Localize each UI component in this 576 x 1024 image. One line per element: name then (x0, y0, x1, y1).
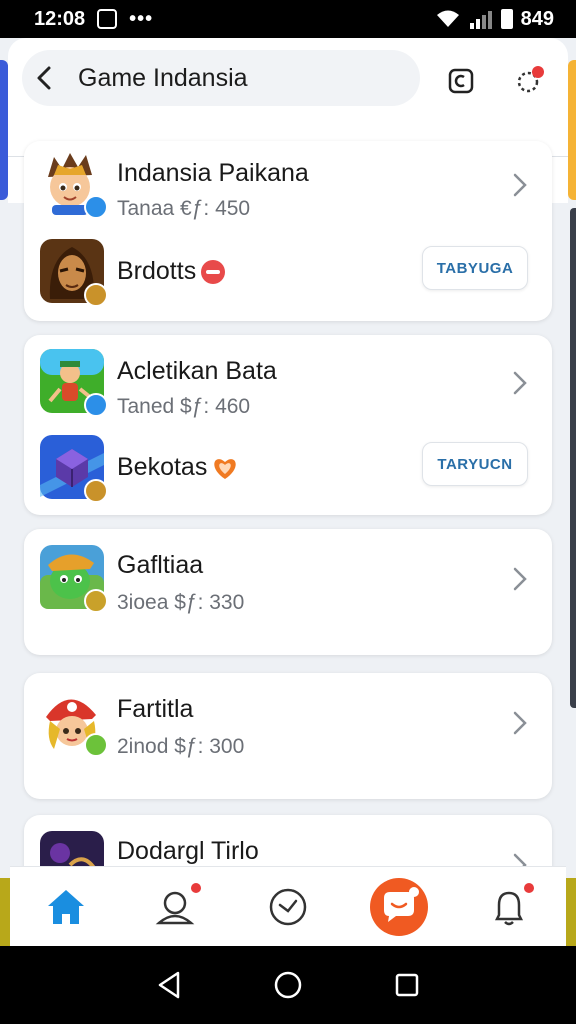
game-row[interactable]: Brdotts TABYUGA (24, 239, 552, 309)
field-game-icon (40, 349, 108, 417)
game-card-3: Gafltiaa 3ioea $ƒ: 330 (24, 529, 552, 655)
hero-boy-icon (40, 151, 108, 219)
signal-icon (469, 11, 492, 29)
status-badge-icon (84, 733, 108, 757)
crystal-box-icon (40, 435, 108, 503)
scan-icon (448, 68, 474, 94)
chevron-right-icon (513, 371, 527, 395)
system-navigation-bar (0, 946, 576, 1024)
game-subtitle: Taned $ƒ: 460 (117, 395, 251, 418)
game-title: Acletikan Bata (117, 357, 277, 385)
game-title-with-badge: Bekotas (117, 453, 239, 482)
home-icon (47, 889, 84, 924)
header-bar: Game Indansia (22, 50, 420, 106)
game-row[interactable]: Gafltiaa 3ioea $ƒ: 330 (24, 545, 552, 615)
nav-notifications[interactable] (478, 875, 542, 939)
game-title: Brdotts (117, 257, 197, 285)
green-creature-icon (40, 545, 108, 613)
notification-app-icon (97, 9, 118, 29)
background-edge-left-bottom (0, 878, 10, 946)
game-card-4: Fartitla 2inod $ƒ: 300 (24, 673, 552, 799)
pirate-girl-icon (40, 689, 108, 757)
back-triangle-icon[interactable] (154, 969, 184, 1001)
chat-bubble-icon (370, 877, 429, 936)
rank-badge-icon (84, 589, 108, 613)
game-title: Dodargl Tirlo (117, 837, 259, 865)
verified-badge-icon (84, 195, 108, 219)
game-title: Bekotas (117, 453, 208, 481)
chevron-right-icon (513, 567, 527, 591)
game-title-with-badge: Brdotts (117, 257, 226, 286)
background-edge-right-bottom (566, 878, 576, 946)
verified-badge-icon (84, 393, 108, 417)
wifi-icon (436, 10, 459, 27)
scrollbar[interactable] (570, 208, 576, 708)
clock-icon (269, 888, 307, 925)
bottom-navigation (10, 866, 566, 946)
nav-chat[interactable] (367, 875, 431, 939)
scan-button[interactable] (446, 66, 476, 96)
notification-dot (522, 880, 537, 895)
warrior-icon (40, 239, 108, 307)
recents-square-icon[interactable] (392, 970, 422, 1000)
play-button[interactable]: TABYUGA (422, 246, 528, 290)
chevron-right-icon (513, 711, 527, 735)
status-right-value: 849 (520, 7, 554, 30)
rank-badge-icon (84, 479, 108, 503)
app-screen: Game Indansia Indansia Paikana Tanaa €ƒ:… (0, 38, 576, 946)
home-circle-icon[interactable] (272, 969, 304, 1001)
back-button[interactable] (22, 50, 66, 106)
background-edge-left (0, 60, 8, 200)
game-subtitle: Tanaa €ƒ: 450 (117, 197, 251, 220)
background-edge-right (568, 60, 576, 200)
game-title: Indansia Paikana (117, 159, 309, 187)
game-title: Gafltiaa (117, 551, 204, 579)
nav-profile[interactable] (145, 875, 209, 939)
nav-history[interactable] (256, 875, 320, 939)
chevron-right-icon (513, 173, 527, 197)
game-row[interactable]: Indansia Paikana Tanaa €ƒ: 450 (24, 151, 552, 221)
game-title: Fartitla (117, 695, 194, 723)
heart-icon (214, 459, 237, 480)
rank-badge-icon (84, 283, 108, 307)
nav-home[interactable] (34, 875, 98, 939)
game-card-2: Acletikan Bata Taned $ƒ: 460 Bekotas TAR… (24, 335, 552, 515)
status-more-dots: ••• (129, 7, 154, 30)
game-subtitle: 3ioea $ƒ: 330 (117, 591, 245, 614)
notification-dot (188, 880, 203, 895)
game-row[interactable]: Acletikan Bata Taned $ƒ: 460 (24, 349, 552, 419)
loading-gear-icon (517, 66, 544, 93)
status-time: 12:08 (34, 7, 86, 30)
minus-badge-icon (201, 260, 226, 285)
game-subtitle: 2inod $ƒ: 300 (117, 735, 245, 758)
page-title: Game Indansia (78, 63, 248, 92)
settings-button[interactable] (514, 66, 544, 96)
status-bar: 12:08 ••• 849 (0, 0, 576, 38)
play-button[interactable]: TARYUCN (422, 442, 528, 486)
game-row[interactable]: Fartitla 2inod $ƒ: 300 (24, 689, 552, 759)
battery-icon (500, 9, 513, 29)
back-arrow-icon (37, 66, 51, 90)
game-row[interactable]: Bekotas TARYUCN (24, 435, 552, 505)
game-card-1: Indansia Paikana Tanaa €ƒ: 450 Brdotts T… (24, 141, 552, 321)
